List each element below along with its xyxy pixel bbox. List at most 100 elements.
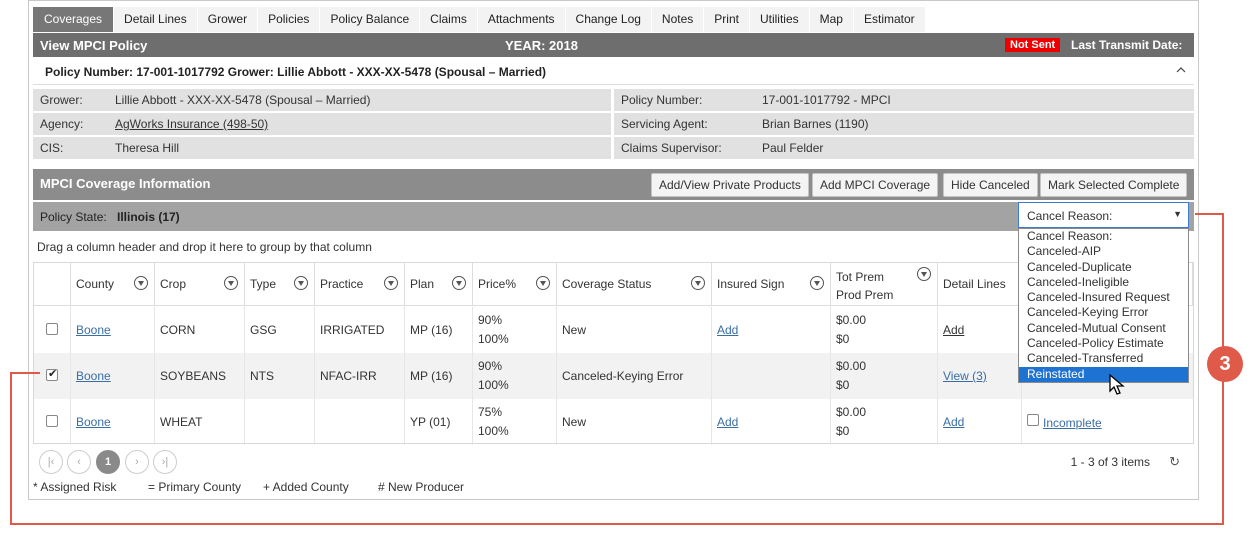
crop-cell: WHEAT bbox=[155, 399, 245, 445]
policy-state-label: Policy State: bbox=[40, 210, 107, 224]
agency-label: Agency: bbox=[40, 117, 84, 131]
insured-sign-add-link[interactable]: Add bbox=[717, 415, 738, 429]
column-header-crop[interactable]: Crop bbox=[155, 263, 245, 306]
county-link[interactable]: Boone bbox=[76, 415, 111, 429]
column-header-county[interactable]: County bbox=[71, 263, 155, 306]
tab-coverages[interactable]: Coverages bbox=[33, 7, 115, 32]
cis-value: Theresa Hill bbox=[115, 141, 180, 155]
filter-icon[interactable] bbox=[134, 276, 148, 290]
chevron-up-icon[interactable] bbox=[1176, 63, 1186, 77]
practice-cell: IRRIGATED bbox=[315, 307, 405, 353]
tab-utilities[interactable]: Utilities bbox=[749, 7, 810, 32]
type-value: GSG bbox=[250, 323, 277, 337]
pager-info: 1 - 3 of 3 items bbox=[1070, 455, 1150, 469]
tab-policy-balance[interactable]: Policy Balance bbox=[320, 7, 421, 32]
cancel-reason-option[interactable]: Canceled-Ineligible bbox=[1019, 275, 1188, 290]
filter-icon[interactable] bbox=[691, 276, 705, 290]
filter-icon[interactable] bbox=[384, 276, 398, 290]
select-column-header bbox=[34, 263, 71, 306]
cancel-reason-option[interactable]: Cancel Reason: bbox=[1019, 229, 1188, 244]
column-header-premium[interactable]: Tot Prem Prod Prem bbox=[831, 263, 938, 306]
row-checkbox[interactable] bbox=[46, 323, 58, 335]
tab-estimator[interactable]: Estimator bbox=[853, 7, 926, 32]
filter-icon[interactable] bbox=[452, 276, 466, 290]
refresh-icon[interactable]: ↻ bbox=[1169, 454, 1180, 470]
price-value: 100% bbox=[478, 332, 509, 346]
price-value: 100% bbox=[478, 424, 509, 438]
county-link[interactable]: Boone bbox=[76, 323, 111, 337]
filter-icon[interactable] bbox=[294, 276, 308, 290]
column-header-coverage-status[interactable]: Coverage Status bbox=[557, 263, 712, 306]
callout-line bbox=[10, 523, 1224, 525]
filter-icon[interactable] bbox=[917, 267, 931, 281]
cancel-reason-option[interactable]: Canceled-Policy Estimate bbox=[1019, 336, 1188, 351]
tab-grower[interactable]: Grower bbox=[197, 7, 259, 32]
agency-cell: Agency: AgWorks Insurance (498-50) bbox=[33, 113, 611, 135]
hide-canceled-button[interactable]: Hide Canceled bbox=[943, 173, 1038, 197]
legend-added-county: + Added County bbox=[263, 480, 349, 494]
grid-pager: |‹ ‹ 1 › ›| 1 - 3 of 3 items ↻ bbox=[33, 446, 1194, 476]
insured-sign-cell bbox=[712, 353, 831, 399]
incomplete-link[interactable]: Incomplete bbox=[1043, 416, 1102, 430]
detail-lines-add-link[interactable]: Add bbox=[943, 415, 964, 429]
grower-value: Lillie Abbott - XXX-XX-5478 (Spousal – M… bbox=[115, 93, 371, 107]
add-view-private-products-button[interactable]: Add/View Private Products bbox=[651, 173, 809, 197]
row-checkbox[interactable] bbox=[46, 367, 58, 381]
plan-value: MP (16) bbox=[410, 369, 453, 383]
tot-prem-value: $0.00 bbox=[836, 359, 867, 373]
select-cell bbox=[34, 353, 71, 399]
tab-claims[interactable]: Claims bbox=[420, 7, 478, 32]
agency-link[interactable]: AgWorks Insurance (498-50) bbox=[115, 113, 268, 135]
policy-number-label: Policy Number: bbox=[621, 93, 703, 107]
column-header-practice[interactable]: Practice bbox=[315, 263, 405, 306]
cancel-reason-option[interactable]: Canceled-Transferred bbox=[1019, 351, 1188, 366]
tab-bar: Coverages Detail Lines Grower Policies P… bbox=[33, 7, 926, 32]
tab-attachments[interactable]: Attachments bbox=[477, 7, 566, 32]
filter-icon[interactable] bbox=[810, 276, 824, 290]
plan-value: MP (16) bbox=[410, 323, 453, 337]
cancel-reason-option[interactable]: Canceled-Mutual Consent bbox=[1019, 321, 1188, 336]
tab-policies[interactable]: Policies bbox=[258, 7, 321, 32]
tab-map[interactable]: Map bbox=[809, 7, 854, 32]
tab-print[interactable]: Print bbox=[704, 7, 750, 32]
detail-lines-add-link[interactable]: Add bbox=[943, 323, 964, 337]
table-row[interactable]: Boone WHEAT YP (01) 75% 100% New Add $0.0… bbox=[34, 399, 1193, 445]
page-number-button[interactable]: 1 bbox=[96, 450, 120, 474]
cancel-reason-option[interactable]: Canceled-Keying Error bbox=[1019, 305, 1188, 320]
detail-lines-view-link[interactable]: View (3) bbox=[943, 369, 987, 383]
column-header-price[interactable]: Price% bbox=[473, 263, 557, 306]
column-header-plan[interactable]: Plan bbox=[405, 263, 473, 306]
policy-state-value: Illinois (17) bbox=[117, 210, 180, 224]
cancel-reason-option[interactable]: Canceled-Duplicate bbox=[1019, 260, 1188, 275]
column-header-type[interactable]: Type bbox=[245, 263, 315, 306]
status-badge: Not Sent bbox=[1005, 38, 1061, 52]
insured-sign-add-link[interactable]: Add bbox=[717, 323, 738, 337]
tab-notes[interactable]: Notes bbox=[651, 7, 705, 32]
caret-down-icon: ▼ bbox=[1173, 209, 1182, 219]
tab-detail-lines[interactable]: Detail Lines bbox=[114, 7, 198, 32]
page-title: View MPCI Policy bbox=[40, 38, 148, 53]
filter-icon[interactable] bbox=[224, 276, 238, 290]
prev-page-icon[interactable]: ‹ bbox=[67, 450, 91, 474]
row-checkbox[interactable] bbox=[46, 415, 58, 427]
last-page-icon[interactable]: ›| bbox=[153, 450, 177, 474]
cancel-reason-option-highlighted[interactable]: Reinstated bbox=[1019, 366, 1188, 382]
mark-selected-complete-button[interactable]: Mark Selected Complete bbox=[1040, 173, 1188, 197]
price-value: 90% bbox=[478, 313, 503, 327]
first-page-icon[interactable]: |‹ bbox=[39, 450, 63, 474]
group-drop-zone[interactable]: Drag a column header and drop it here to… bbox=[37, 240, 372, 254]
incomplete-checkbox[interactable] bbox=[1027, 414, 1039, 426]
coverage-status-value: New bbox=[562, 323, 587, 337]
crop-value: SOYBEANS bbox=[160, 369, 227, 383]
filter-icon[interactable] bbox=[536, 276, 550, 290]
cancel-reason-option[interactable]: Canceled-Insured Request bbox=[1019, 290, 1188, 305]
add-mpci-coverage-button[interactable]: Add MPCI Coverage bbox=[812, 173, 939, 197]
tab-change-log[interactable]: Change Log bbox=[565, 7, 652, 32]
column-header-detail-lines[interactable]: Detail Lines bbox=[938, 263, 1022, 306]
column-header-insured-sign[interactable]: Insured Sign bbox=[712, 263, 831, 306]
cancel-reason-option[interactable]: Canceled-AIP bbox=[1019, 244, 1188, 259]
county-link[interactable]: Boone bbox=[76, 369, 111, 383]
policy-summary-line[interactable]: Policy Number: 17-001-1017792 Grower: Li… bbox=[33, 58, 1194, 85]
cancel-reason-select[interactable]: Cancel Reason: ▼ bbox=[1018, 202, 1189, 228]
next-page-icon[interactable]: › bbox=[125, 450, 149, 474]
